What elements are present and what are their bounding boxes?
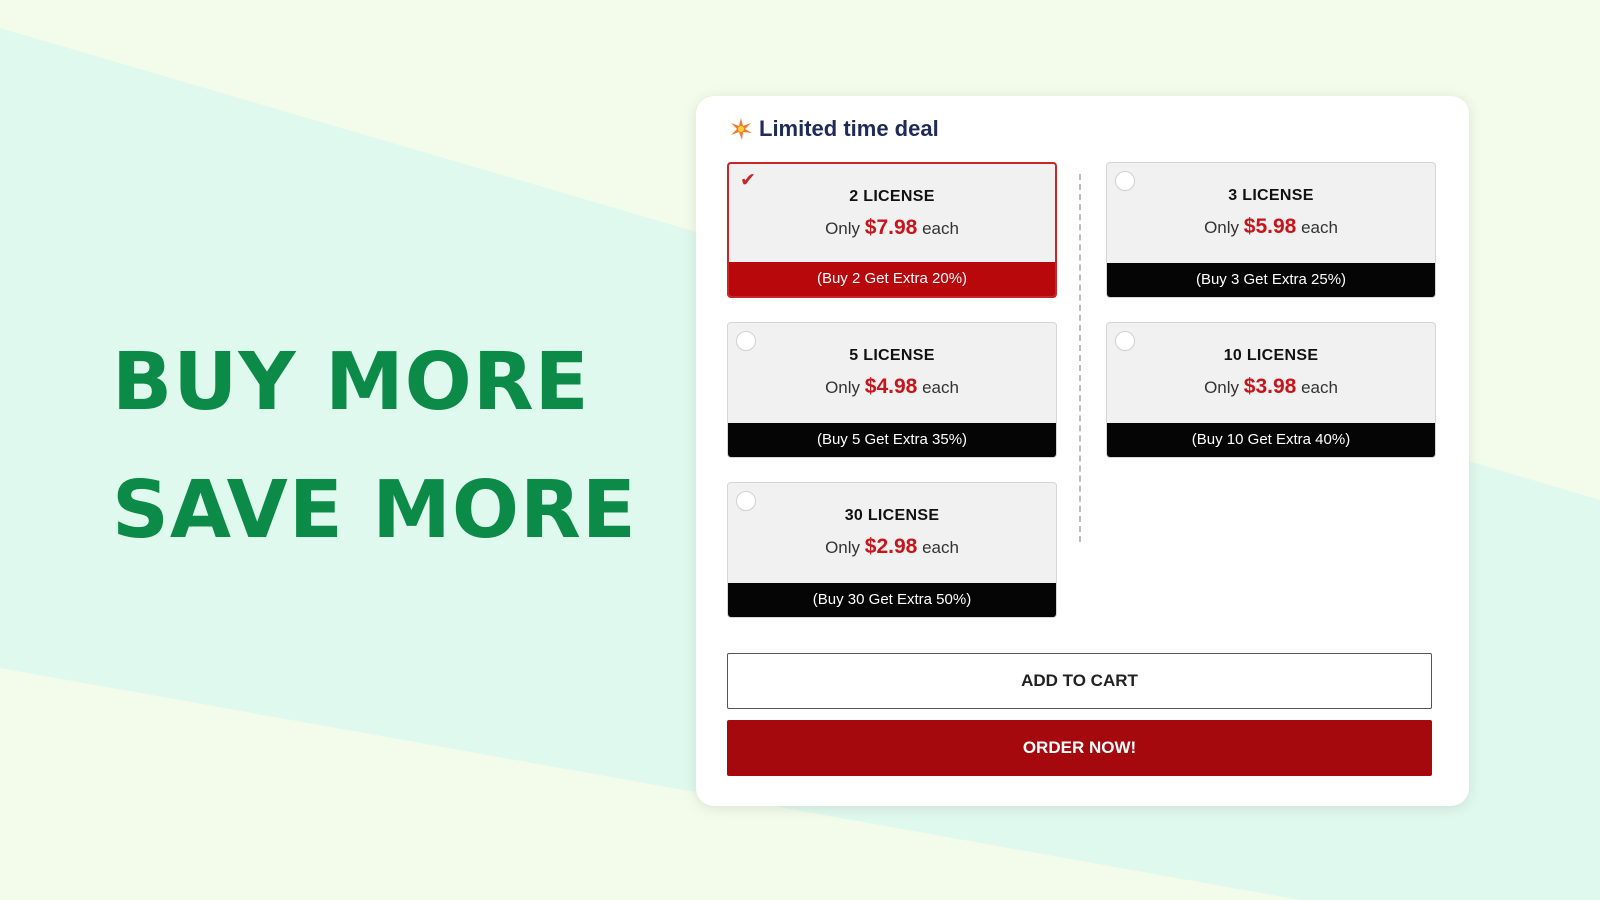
license-price-line: Only $7.98 each [729,216,1055,240]
add-to-cart-button[interactable]: ADD TO CART [727,653,1432,709]
sparkle-icon [731,118,752,140]
order-now-button[interactable]: ORDER NOW! [727,720,1432,776]
license-price-line: Only $4.98 each [728,375,1056,399]
price-amount: $7.98 [864,216,918,239]
price-suffix: each [1301,218,1338,237]
license-option-10[interactable]: 10 LICENSE Only $3.98 each (Buy 10 Get E… [1106,322,1436,458]
license-banner: (Buy 3 Get Extra 25%) [1107,263,1435,297]
license-price-line: Only $3.98 each [1107,375,1435,399]
license-title: 2 LICENSE [849,188,935,205]
price-amount: $3.98 [1243,375,1297,398]
license-price-line: Only $2.98 each [728,535,1056,559]
price-prefix: Only [825,538,861,557]
license-option-3[interactable]: 3 LICENSE Only $5.98 each (Buy 3 Get Ext… [1106,162,1436,298]
price-amount: $4.98 [864,375,918,398]
price-prefix: Only [825,378,861,397]
license-title: 30 LICENSE [844,507,940,524]
headline-line-1: BUY MORE [112,336,590,428]
license-banner: (Buy 30 Get Extra 50%) [728,583,1056,617]
license-option-2[interactable]: ✔ 2 LICENSE Only $7.98 each (Buy 2 Get E… [727,162,1057,298]
price-amount: $5.98 [1243,215,1297,238]
deal-title: Limited time deal [759,116,939,141]
license-banner: (Buy 2 Get Extra 20%) [729,262,1055,296]
license-title: 5 LICENSE [849,347,935,364]
price-prefix: Only [1204,378,1240,397]
price-prefix: Only [825,219,861,238]
license-title: 3 LICENSE [1228,187,1314,204]
license-banner: (Buy 5 Get Extra 35%) [728,423,1056,457]
license-banner: (Buy 10 Get Extra 40%) [1107,423,1435,457]
license-price-line: Only $5.98 each [1107,215,1435,239]
license-option-5[interactable]: 5 LICENSE Only $4.98 each (Buy 5 Get Ext… [727,322,1057,458]
headline: BUY MORE SAVE MORE [112,318,637,574]
license-title: 10 LICENSE [1223,347,1319,364]
headline-line-2: SAVE MORE [112,464,637,556]
price-suffix: each [922,378,959,397]
price-suffix: each [922,219,959,238]
license-option-30[interactable]: 30 LICENSE Only $2.98 each (Buy 30 Get E… [727,482,1057,618]
price-suffix: each [1301,378,1338,397]
price-prefix: Only [1204,218,1240,237]
column-divider [1079,174,1081,542]
deal-header: Limited time deal [729,112,939,146]
deal-card: Limited time deal ✔ 2 LICENSE Only $7.98… [696,96,1469,806]
price-suffix: each [922,538,959,557]
price-amount: $2.98 [864,535,918,558]
